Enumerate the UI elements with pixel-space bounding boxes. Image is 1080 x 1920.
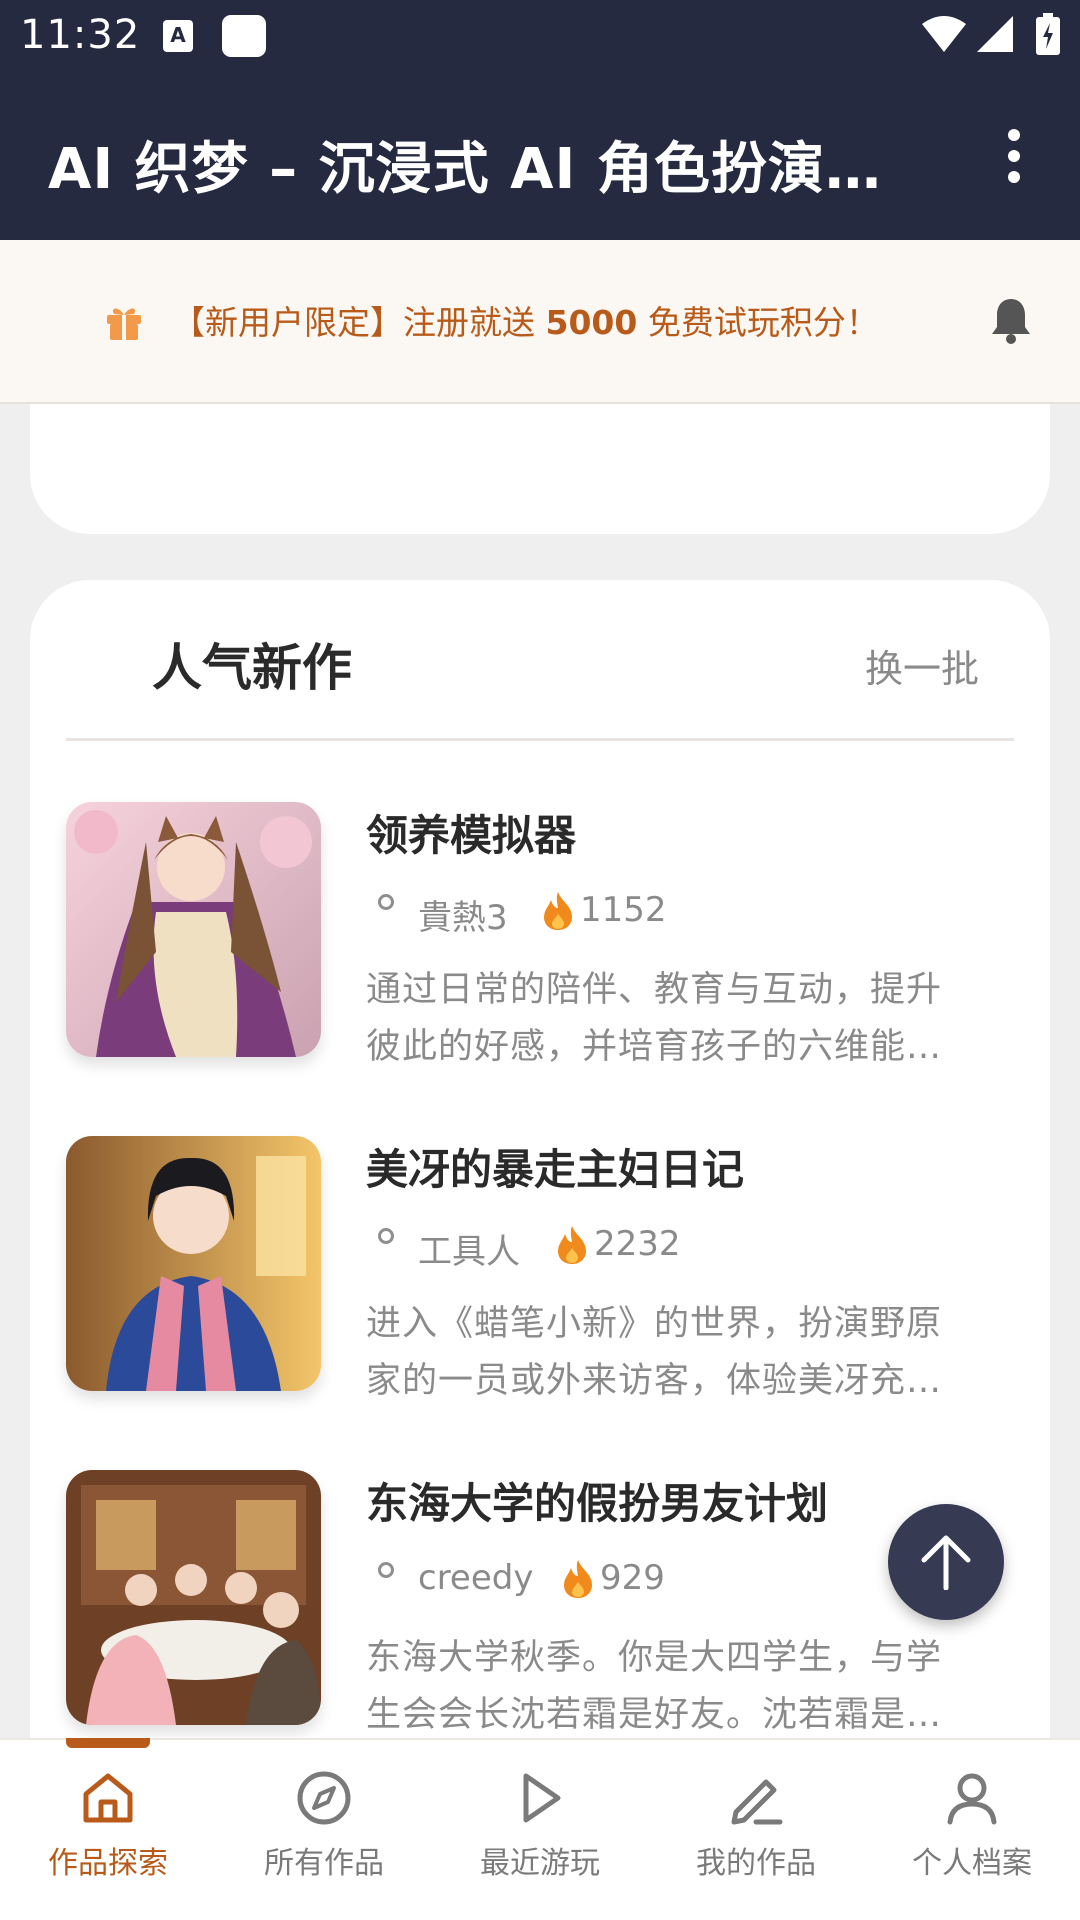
- nav-item-recent[interactable]: 最近游玩: [450, 1768, 630, 1898]
- work-author: 工具人: [418, 1232, 520, 1272]
- work-cover-image: [66, 1136, 321, 1391]
- notification-square-icon: [222, 15, 266, 57]
- nav-active-indicator: [66, 1738, 150, 1748]
- home-icon: [83, 1773, 133, 1823]
- scroll-to-top-button[interactable]: [888, 1504, 1004, 1620]
- pen-icon: [731, 1779, 783, 1825]
- nav-item-profile[interactable]: 个人档案: [882, 1768, 1062, 1898]
- keyboard-a-icon: A: [163, 20, 193, 52]
- fire-icon: [564, 1560, 592, 1598]
- person-icon: [947, 1773, 997, 1825]
- author-icon: [378, 894, 394, 910]
- compass-icon: [297, 1771, 351, 1825]
- status-time: 11:32: [20, 12, 141, 58]
- work-play-count: 929: [600, 1558, 665, 1598]
- work-item[interactable]: 东海大学的假扮男友计划 creedy 929 东海大学秋季。你是大四学生，与学 …: [66, 1470, 1014, 1735]
- work-description-line: 通过日常的陪伴、教育与互动，提升: [366, 970, 943, 1010]
- app-title: AI 织梦 – 沉浸式 AI 角色扮演…: [48, 137, 882, 202]
- nav-item-my-works[interactable]: 我的作品: [666, 1768, 846, 1898]
- work-description-line: 东海大学秋季。你是大四学生，与学: [366, 1638, 943, 1678]
- work-description: 进入《蜡笔小新》的世界，扮演野原 家的一员或外来访客，体验美冴充…: [366, 1296, 986, 1410]
- work-play-count: 2232: [594, 1224, 681, 1264]
- more-dot-icon: [1008, 171, 1020, 183]
- app-bar: AI 织梦 – 沉浸式 AI 角色扮演…: [0, 72, 1080, 240]
- promo-text-prefix: 【新用户限定】注册就送: [172, 303, 546, 342]
- status-bar: 11:32 A: [0, 0, 1080, 72]
- more-options-button[interactable]: [990, 120, 1038, 192]
- arrow-up-icon: [921, 1535, 971, 1590]
- work-cover-image: [66, 1470, 321, 1725]
- bell-icon[interactable]: [990, 297, 1032, 345]
- work-description-line: 进入《蜡笔小新》的世界，扮演野原: [366, 1304, 943, 1344]
- wifi-icon: [922, 16, 966, 52]
- nav-item-explore[interactable]: 作品探索: [18, 1768, 198, 1898]
- play-icon: [523, 1773, 561, 1823]
- section-title: 人气新作: [152, 639, 352, 697]
- work-title: 领养模拟器: [366, 811, 577, 860]
- work-description: 通过日常的陪伴、教育与互动，提升 彼此的好感，并培育孩子的六维能…: [366, 962, 986, 1076]
- more-dot-icon: [1008, 150, 1020, 162]
- promo-text: 【新用户限定】注册就送 5000 免费试玩积分！: [172, 296, 879, 344]
- work-cover-image: [66, 802, 321, 1057]
- work-item[interactable]: 领养模拟器 貴熱3 1152 通过日常的陪伴、教育与互动，提升 彼此的好感，并培…: [66, 802, 1014, 1067]
- author-icon: [378, 1228, 394, 1244]
- work-description-line: 生会会长沈若霜是好友。沈若霜是…: [366, 1695, 943, 1735]
- work-author: 貴熱3: [418, 898, 508, 938]
- gift-icon: [107, 308, 141, 340]
- nav-label: 所有作品: [264, 1846, 384, 1881]
- work-description-line: 彼此的好感，并培育孩子的六维能…: [366, 1027, 943, 1067]
- nav-label: 最近游玩: [480, 1846, 600, 1881]
- work-title: 东海大学的假扮男友计划: [366, 1479, 829, 1528]
- more-dot-icon: [1008, 129, 1020, 141]
- nav-item-all-works[interactable]: 所有作品: [234, 1768, 414, 1898]
- work-title: 美冴的暴走主妇日记: [366, 1145, 745, 1194]
- promo-highlight: 5000: [545, 303, 638, 342]
- author-icon: [378, 1562, 394, 1578]
- work-description-line: 家的一员或外来访客，体验美冴充…: [366, 1361, 943, 1401]
- work-description: 东海大学秋季。你是大四学生，与学 生会会长沈若霜是好友。沈若霜是…: [366, 1630, 986, 1744]
- work-author: creedy: [418, 1558, 534, 1598]
- nav-label: 我的作品: [696, 1846, 816, 1881]
- work-play-count: 1152: [580, 890, 667, 930]
- signal-icon: [977, 16, 1013, 52]
- refresh-button[interactable]: 换一批: [865, 638, 979, 693]
- fire-icon: [544, 892, 572, 930]
- fire-icon: [558, 1226, 586, 1264]
- nav-label: 个人档案: [912, 1846, 1032, 1881]
- work-item[interactable]: 美冴的暴走主妇日记 工具人 2232 进入《蜡笔小新》的世界，扮演野原 家的一员…: [66, 1136, 1014, 1401]
- nav-label: 作品探索: [48, 1846, 168, 1881]
- promo-text-suffix: 免费试玩积分！: [637, 303, 879, 342]
- section-divider: [66, 738, 1014, 741]
- battery-icon: [1036, 13, 1060, 55]
